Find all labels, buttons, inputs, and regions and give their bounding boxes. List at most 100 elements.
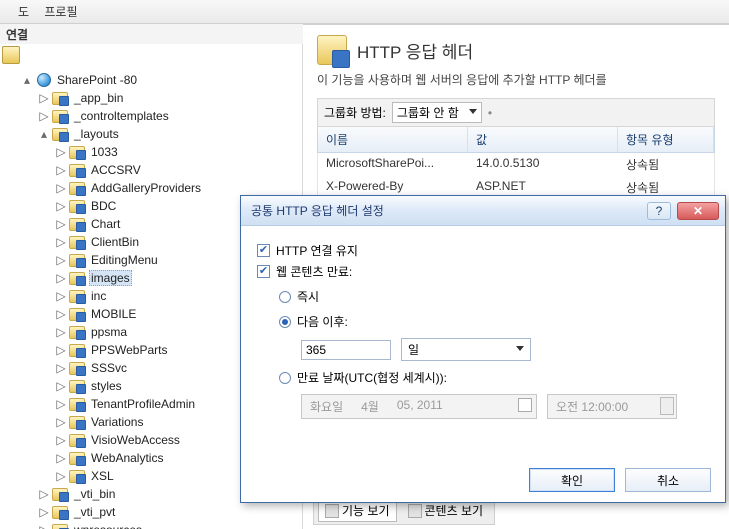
folder-icon [69,452,85,465]
cancel-button[interactable]: 취소 [625,468,711,492]
folder-icon [52,524,68,529]
expand-icon[interactable]: ▷ [55,415,67,429]
tree-label: WebAnalytics [89,451,165,465]
expand-icon[interactable]: ▷ [55,163,67,177]
time-value: 오전 12:00:00 [556,400,628,414]
group-by-dropdown[interactable]: 그룹화 안 함 [392,102,482,123]
content-icon [408,504,422,518]
col-name[interactable]: 이름 [318,127,468,152]
tree-label: _app_bin [72,91,125,105]
expand-icon[interactable]: ▷ [38,505,50,519]
expand-icon[interactable]: ▷ [38,109,50,123]
folder-icon [69,344,85,357]
cell-type: 상속됨 [618,179,714,196]
folder-icon [69,434,85,447]
expand-icon[interactable]: ▷ [55,469,67,483]
radio-icon [279,372,291,384]
folder-toolbar-icon[interactable] [2,46,20,64]
expand-icon[interactable]: ▷ [38,487,50,501]
expire-unit-value: 일 [408,343,419,357]
group-by-value: 그룹화 안 함 [397,106,459,120]
features-icon [325,504,339,518]
checkbox-icon: ✔ [257,265,270,278]
radio-icon [279,316,291,328]
expand-icon[interactable]: ▷ [55,145,67,159]
tree-label: XSL [89,469,116,483]
expand-icon[interactable]: ▷ [38,523,50,529]
tree-label: BDC [89,199,118,213]
folder-icon [69,218,85,231]
folder-icon [69,254,85,267]
folder-icon [69,398,85,411]
folder-icon [69,200,85,213]
expand-icon[interactable]: ▷ [55,289,67,303]
tree-row[interactable]: ▷ _app_bin [4,89,302,107]
expand-icon[interactable]: ▴ [21,73,33,87]
expire-checkbox[interactable]: ✔ 웹 콘텐츠 만료: [257,263,709,280]
expand-icon[interactable]: ▷ [55,325,67,339]
tree-label: MOBILE [89,307,138,321]
radio-after-label: 다음 이후: [297,313,348,330]
tree-label: TenantProfileAdmin [89,397,197,411]
expire-time-picker: 오전 12:00:00 [547,394,677,419]
dialog-titlebar[interactable]: 공통 HTTP 응답 헤더 설정 ? ✕ [241,196,725,226]
tree-label: VisioWebAccess [89,433,182,447]
folder-icon [52,128,68,141]
expand-icon[interactable]: ▷ [55,271,67,285]
expand-icon[interactable]: ▷ [55,397,67,411]
tree-label: _vti_pvt [72,505,117,519]
feature-icon [317,35,347,65]
expand-icon[interactable]: ▷ [55,379,67,393]
close-button[interactable]: ✕ [677,202,719,220]
folder-icon [69,146,85,159]
radio-immediate-label: 즉시 [297,288,319,305]
expire-unit-dropdown[interactable]: 일 [401,338,531,361]
grouping-bar: 그룹화 방법: 그룹화 안 함 • [317,98,715,127]
expand-icon[interactable]: ▴ [38,127,50,141]
expand-icon[interactable]: ▷ [55,199,67,213]
expire-value-input[interactable] [301,340,391,360]
expand-icon[interactable]: ▷ [55,217,67,231]
col-type[interactable]: 항목 유형 [618,127,714,152]
http-headers-dialog: 공통 HTTP 응답 헤더 설정 ? ✕ ✔ HTTP 연결 유지 ✔ 웹 콘텐… [240,195,726,503]
tree-row[interactable]: ▷1033 [4,143,302,161]
col-value[interactable]: 값 [468,127,618,152]
folder-icon [52,506,68,519]
expand-icon[interactable]: ▷ [55,307,67,321]
expand-icon[interactable]: ▷ [55,451,67,465]
radio-immediate[interactable]: 즉시 [279,288,709,305]
radio-after[interactable]: 다음 이후: [279,313,709,330]
tree-label: PPSWebParts [89,343,169,357]
tree-label: AddGalleryProviders [89,181,203,195]
radio-date-label: 만료 날짜(UTC(협정 세계시)): [297,369,447,386]
tree-row[interactable]: ▴_layouts [4,125,302,143]
folder-icon [69,164,85,177]
folder-icon [69,308,85,321]
expand-icon[interactable]: ▷ [55,181,67,195]
expand-icon[interactable]: ▷ [55,343,67,357]
expand-icon[interactable]: ▷ [38,91,50,105]
tree-row[interactable]: ▷_controltemplates [4,107,302,125]
expand-icon[interactable]: ▷ [55,433,67,447]
expand-icon[interactable]: ▷ [55,235,67,249]
menu-item[interactable]: 도 [18,5,29,19]
table-row[interactable]: MicrosoftSharePoi...14.0.0.5130상속됨 [318,153,714,176]
expand-icon[interactable]: ▷ [55,361,67,375]
radio-icon [279,291,291,303]
menu-item[interactable]: 프로필 [44,5,77,19]
expire-label: 웹 콘텐츠 만료: [276,263,352,280]
cell-value: 14.0.0.5130 [468,156,618,173]
keep-alive-checkbox[interactable]: ✔ HTTP 연결 유지 [257,242,709,259]
folder-icon [52,110,68,123]
help-button[interactable]: ? [647,202,671,220]
folder-icon [69,326,85,339]
expand-icon[interactable]: ▷ [55,253,67,267]
tree-row[interactable]: ▷wnresources [4,521,302,529]
radio-expire-date[interactable]: 만료 날짜(UTC(협정 세계시)): [279,369,709,386]
tree-row[interactable]: ▷ACCSRV [4,161,302,179]
ok-button[interactable]: 확인 [529,468,615,492]
cell-type: 상속됨 [618,156,714,173]
tree-row[interactable]: ▴SharePoint -80 [4,71,302,89]
folder-icon [69,362,85,375]
tree-row[interactable]: ▷ _vti_pvt [4,503,302,521]
